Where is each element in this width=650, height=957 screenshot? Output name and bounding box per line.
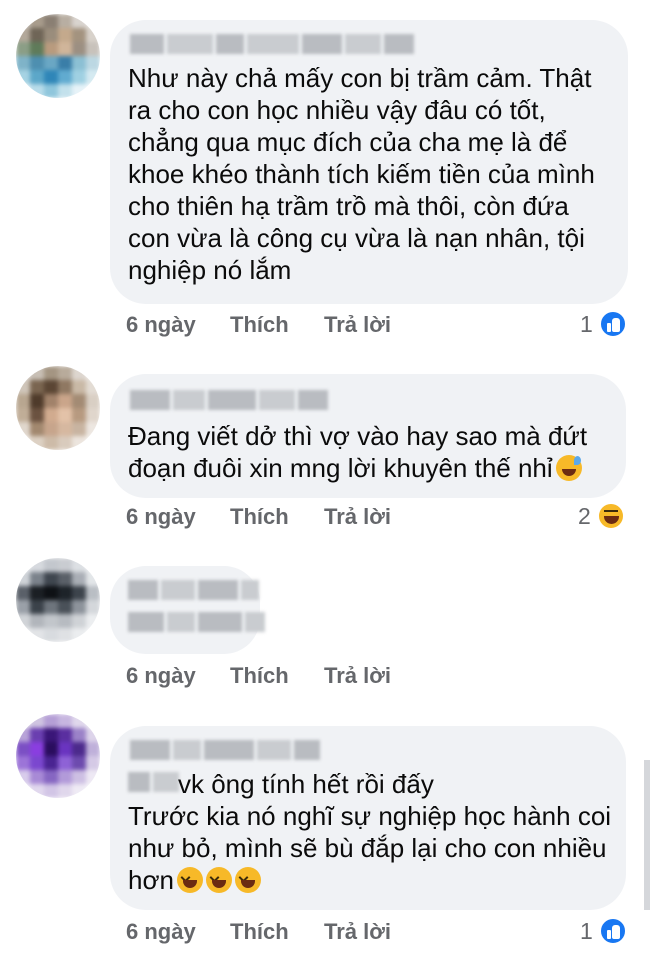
grinning-sweat-emoji <box>555 455 582 481</box>
comment-line: Trước kia nó nghĩ sự nghiệp học hành coi <box>128 801 612 831</box>
comment-text: Như này chả mấy con bị trầm cảm. Thật ra… <box>128 62 595 286</box>
like-button[interactable]: Thích <box>230 504 324 530</box>
comment-actions: 6 ngày Thích Trả lời <box>126 504 391 530</box>
like-reaction-icon <box>598 310 627 338</box>
comment-line: Đang viết dở thì vợ vào hay sao mà đứt <box>128 421 588 451</box>
avatar[interactable] <box>16 558 100 642</box>
comment-line: như bỏ, mình sẽ bù đắp lại cho con nhiều <box>128 833 607 863</box>
avatar[interactable] <box>16 714 100 798</box>
comment-text: vk ông tính hết rồi đấy Trước kia nó ngh… <box>128 768 611 896</box>
comment-time[interactable]: 6 ngày <box>126 919 230 945</box>
comment-line: vk ông tính hết rồi đấy <box>178 769 434 799</box>
comment-time[interactable]: 6 ngày <box>126 504 230 530</box>
commenter-name-redacted[interactable] <box>130 390 328 410</box>
comment-line-text: đoạn đuôi xin mng lời khuyên thế nhỉ <box>128 453 553 483</box>
like-reaction-icon <box>598 917 627 945</box>
tears-of-joy-emoji <box>234 867 261 893</box>
commenter-name-redacted[interactable] <box>130 740 320 760</box>
comment-line: con vừa là công cụ vừa là nạn nhân, tội <box>128 223 585 253</box>
reaction-count: 1 <box>580 917 593 944</box>
reaction-summary[interactable]: 1 <box>580 917 627 945</box>
comment-line-text: hơn <box>128 865 174 895</box>
comment-actions: 6 ngày Thích Trả lời <box>126 919 391 945</box>
comment-line: khoe khéo thành tích kiếm tiền của mình <box>128 159 595 189</box>
comment-line: ra cho con học nhiều vậy đâu có tốt, <box>128 95 546 125</box>
comment-time[interactable]: 6 ngày <box>126 312 230 338</box>
like-button[interactable]: Thích <box>230 663 324 689</box>
haha-reaction-icon <box>596 502 625 530</box>
like-button[interactable]: Thích <box>230 919 324 945</box>
comment-time[interactable]: 6 ngày <box>126 663 230 689</box>
scrollbar[interactable] <box>644 760 650 910</box>
avatar[interactable] <box>16 14 100 98</box>
reaction-count: 1 <box>580 310 593 337</box>
comment-text: Đang viết dở thì vợ vào hay sao mà đứt đ… <box>128 420 587 484</box>
comment-line: Như này chả mấy con bị trầm cảm. Thật <box>128 63 592 93</box>
comment-text-redacted <box>128 612 265 632</box>
like-button[interactable]: Thích <box>230 312 324 338</box>
comment-line: đoạn đuôi xin mng lời khuyên thế nhỉ <box>128 452 587 484</box>
comment-line: cho thiên hạ trầm trồ mà thôi, còn đứa <box>128 191 569 221</box>
comment-actions: 6 ngày Thích Trả lời <box>126 312 391 338</box>
reply-button[interactable]: Trả lời <box>324 504 391 530</box>
comment-line: chẳng qua mục đích của cha mẹ là để <box>128 127 568 157</box>
reply-button[interactable]: Trả lời <box>324 919 391 945</box>
avatar[interactable] <box>16 366 100 450</box>
comment-line: hơn <box>128 864 611 896</box>
tears-of-joy-emoji <box>176 867 203 893</box>
commenter-name-redacted[interactable] <box>128 580 259 600</box>
comment-line: nghiệp nó lắm <box>128 255 292 285</box>
reply-button[interactable]: Trả lời <box>324 663 391 689</box>
commenter-name-redacted[interactable] <box>130 34 414 54</box>
tears-of-joy-emoji <box>205 867 232 893</box>
reaction-count: 2 <box>578 502 591 529</box>
reply-button[interactable]: Trả lời <box>324 312 391 338</box>
reaction-summary[interactable]: 2 <box>578 502 625 530</box>
reaction-summary[interactable]: 1 <box>580 310 627 338</box>
comment-actions: 6 ngày Thích Trả lời <box>126 663 391 689</box>
